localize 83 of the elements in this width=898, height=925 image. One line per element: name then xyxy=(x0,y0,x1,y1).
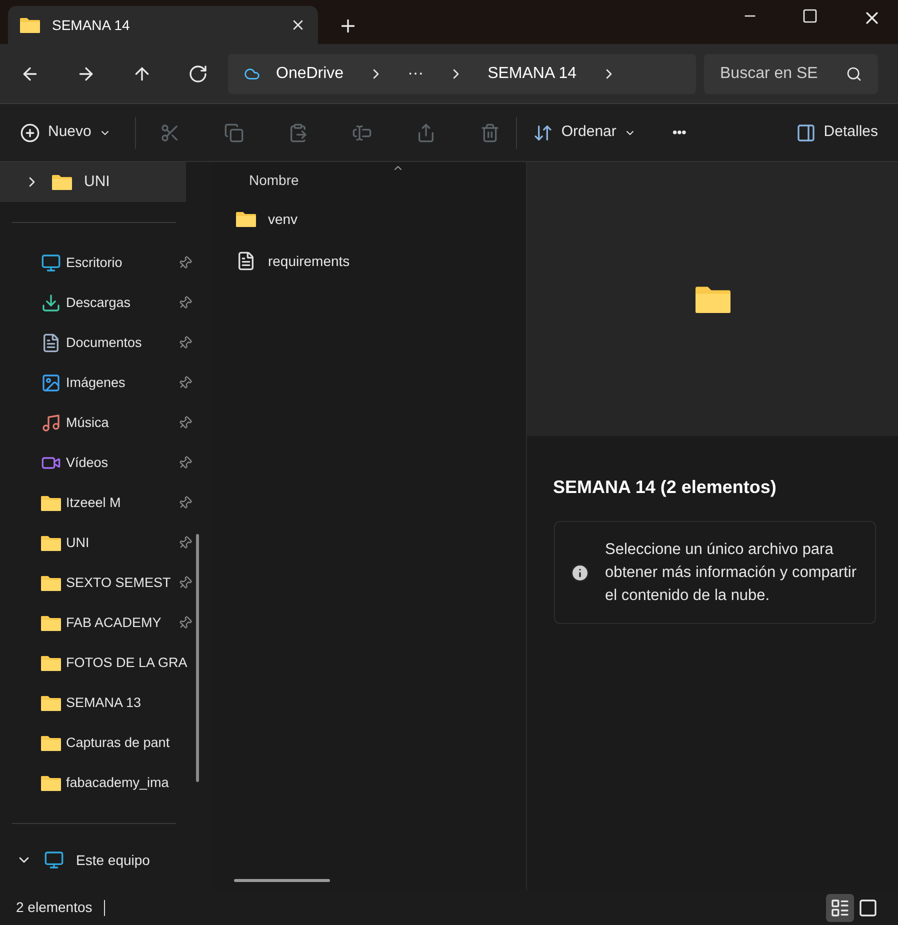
sidebar-item[interactable]: fabacademy_ima xyxy=(0,763,194,803)
text-file-icon xyxy=(236,251,256,271)
sidebar-item[interactable]: Documentos xyxy=(0,323,194,363)
sidebar-label: Este equipo xyxy=(76,850,150,870)
sidebar-label: Itzeeel M xyxy=(66,494,122,512)
sidebar-item[interactable]: FOTOS DE LA GRA xyxy=(0,643,194,683)
item-count: 2 elementos xyxy=(16,898,92,917)
folder-icon xyxy=(41,735,61,751)
folder-icon xyxy=(41,535,61,551)
music-icon xyxy=(41,413,61,433)
sidebar-item[interactable]: Capturas de pant xyxy=(0,723,194,763)
refresh-icon[interactable] xyxy=(188,64,208,84)
folder-icon xyxy=(52,174,72,190)
maximize-icon[interactable] xyxy=(802,8,818,24)
folder-icon xyxy=(41,575,61,591)
sort-button[interactable]: Ordenar xyxy=(533,121,636,144)
sidebar-label: SEMANA 13 xyxy=(66,694,142,712)
scrollbar-thumb[interactable] xyxy=(196,534,199,782)
sidebar-label: Capturas de pant xyxy=(66,734,171,752)
tiles-view-icon xyxy=(858,898,878,918)
list-view-icon xyxy=(830,898,850,918)
sidebar-label: Descargas xyxy=(66,294,132,312)
folder-icon xyxy=(41,655,61,671)
breadcrumb[interactable]: SEMANA 14 xyxy=(484,62,580,86)
search-field[interactable]: Buscar en SE xyxy=(704,54,878,94)
tab-title: SEMANA 14 xyxy=(52,16,131,34)
folder-icon xyxy=(41,615,61,631)
folder-icon xyxy=(41,695,61,711)
details-view-button[interactable] xyxy=(826,894,854,922)
sidebar-label: fabacademy_ima xyxy=(66,774,170,792)
panel-icon xyxy=(796,122,816,142)
window-tab[interactable]: SEMANA 14 xyxy=(8,6,318,44)
details-title: SEMANA 14 (2 elementos) xyxy=(553,476,778,499)
file-item[interactable]: venv xyxy=(212,198,526,240)
desktop-icon xyxy=(41,253,61,273)
sidebar-item[interactable]: Itzeeel M xyxy=(0,483,194,523)
sidebar-item[interactable]: UNI xyxy=(0,523,194,563)
sidebar-label: Vídeos xyxy=(66,454,110,472)
sidebar-item[interactable]: Este equipo xyxy=(0,840,200,880)
info-text: Seleccione un único archivo para obtener más información y compartir el contenido de la nube. xyxy=(605,540,858,606)
sidebar-item[interactable]: FAB ACADEMY xyxy=(0,603,194,643)
details-button[interactable]: Detalles xyxy=(796,121,878,144)
sidebar-label: SEXTO SEMEST xyxy=(66,574,172,592)
download-icon xyxy=(41,293,61,313)
sidebar-item[interactable]: Descargas xyxy=(0,283,194,323)
document-icon xyxy=(41,333,61,353)
cloud-icon xyxy=(244,66,260,82)
sidebar-item[interactable]: Imágenes xyxy=(0,363,194,403)
picture-icon xyxy=(41,373,61,393)
breadcrumb[interactable]: ··· xyxy=(404,62,428,86)
more-button[interactable]: ••• xyxy=(672,122,686,143)
sidebar-item[interactable]: SEXTO SEMEST xyxy=(0,563,194,603)
horizontal-scrollbar-thumb[interactable] xyxy=(234,879,330,882)
sidebar-label: Imágenes xyxy=(66,374,126,392)
file-name: requirements xyxy=(268,252,350,271)
breadcrumb[interactable]: OneDrive xyxy=(272,62,348,86)
sidebar-label: FOTOS DE LA GRA xyxy=(66,654,188,672)
address-field[interactable]: OneDrive ··· SEMANA 14 xyxy=(228,54,696,94)
sidebar-label: Escritorio xyxy=(66,254,124,272)
folder-icon xyxy=(41,775,61,791)
info-icon xyxy=(570,562,590,582)
folder-icon xyxy=(694,285,730,313)
folder-icon xyxy=(20,17,40,33)
monitor-icon xyxy=(44,850,64,870)
folder-icon xyxy=(41,495,61,511)
sidebar-item[interactable]: UNI xyxy=(0,162,186,202)
file-name: venv xyxy=(268,210,298,228)
sidebar-label: UNI xyxy=(66,534,90,552)
new-button[interactable]: Nuevo xyxy=(20,121,112,144)
file-item[interactable]: requirements xyxy=(212,240,526,282)
sidebar-item[interactable]: Música xyxy=(0,403,194,443)
sidebar-label: UNI xyxy=(84,172,110,192)
plus-icon xyxy=(20,122,40,142)
folder-icon xyxy=(236,211,256,227)
sidebar-label: Música xyxy=(66,414,110,432)
sidebar-label: Documentos xyxy=(66,334,143,352)
sidebar-item[interactable]: SEMANA 13 xyxy=(0,683,194,723)
sidebar-item[interactable]: Vídeos xyxy=(0,443,194,483)
search-icon xyxy=(846,66,862,82)
column-header[interactable]: Nombre xyxy=(212,162,526,198)
sort-icon xyxy=(533,122,554,142)
sidebar-label: FAB ACADEMY xyxy=(66,614,162,632)
sidebar-item[interactable]: Escritorio xyxy=(0,243,194,283)
